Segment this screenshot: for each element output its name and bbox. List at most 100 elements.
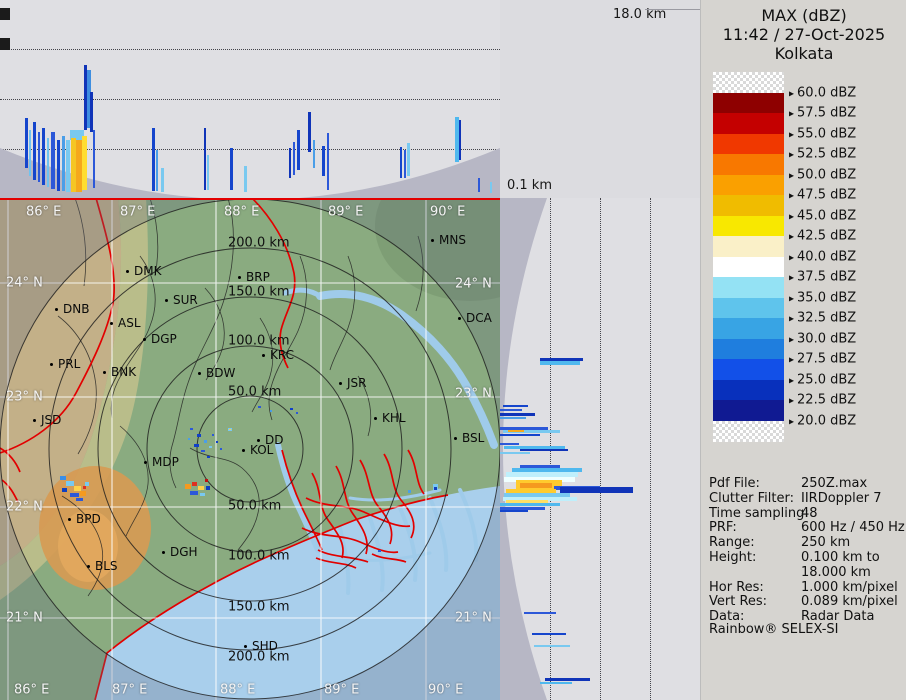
meta-value: 250Z.max: [801, 476, 868, 491]
station-dot: [257, 439, 260, 442]
echo-bar: [500, 409, 522, 411]
echo-bar: [161, 168, 164, 192]
latitude-label: 23° N: [455, 386, 492, 402]
echo-bar: [289, 148, 291, 178]
radar-echo: [198, 486, 204, 490]
latitude-label: 21° N: [6, 610, 43, 626]
station-label: DGP: [151, 332, 177, 346]
longitude-label: 87° E: [120, 204, 156, 220]
axis-label-artifact: [0, 8, 10, 20]
height-min-label: 0.1 km: [507, 178, 552, 193]
echo-bar: [293, 142, 295, 175]
echo-bar: [204, 128, 206, 190]
station-dot: [103, 371, 106, 374]
metadata: Rainbow® SELEX-SI Pdf File: 250Z.max Clutt…: [701, 0, 906, 700]
station-label: DNB: [63, 302, 90, 316]
radar-echo: [206, 486, 210, 490]
station-label: BDW: [206, 366, 236, 380]
echo-bar: [47, 138, 49, 187]
radar-echo: [60, 476, 66, 480]
meta-value: 1.000 km/pixel: [801, 579, 898, 595]
radar-echo: [229, 429, 231, 430]
longitude-label: 88° E: [224, 204, 260, 220]
station-dot: [242, 449, 245, 452]
echo-bar: [42, 128, 45, 185]
meta-label: Time sampling:: [709, 505, 809, 521]
radar-application-window: 18.0 km 0.1 km 86° E 87° E 88° E 89° E 9…: [0, 0, 906, 700]
meta-label: Data:: [709, 609, 745, 625]
meta-value: 600 Hz / 450 Hz: [801, 520, 905, 536]
echo-bar: [93, 130, 95, 188]
radar-echo: [62, 488, 67, 492]
station-label: JSD: [41, 413, 62, 427]
meta-label: Pdf File:: [709, 476, 760, 491]
meta-label: PRF:: [709, 520, 737, 536]
radar-echo: [212, 434, 214, 436]
echo-bar: [57, 140, 60, 191]
radar-echo: [408, 490, 411, 493]
ew-profile-bars: [0, 0, 500, 198]
station-dot: [68, 518, 71, 521]
radar-echo: [207, 456, 210, 458]
echo-bar: [156, 150, 158, 191]
echo-bar: [540, 361, 580, 365]
meta-value: Radar Data: [801, 609, 875, 625]
longitude-label: 88° E: [220, 682, 256, 698]
range-ring-label: 50.0 km: [228, 384, 282, 400]
station-label: JSR: [347, 376, 367, 390]
echo-bar: [500, 434, 540, 436]
echo-bar: [308, 112, 311, 152]
station-label: BNK: [111, 365, 137, 379]
station-label: KRC: [270, 348, 294, 362]
station-label: DCA: [466, 311, 492, 325]
meta-value: 250 km: [801, 535, 851, 551]
echo-bar: [322, 146, 325, 176]
ew-cross-section-panel[interactable]: [0, 0, 501, 198]
station-dot: [143, 338, 146, 341]
radar-echo: [66, 481, 74, 486]
ns-cross-section-panel[interactable]: [500, 198, 700, 700]
latitude-label: 21° N: [455, 610, 492, 626]
map-overlay: 86° E 87° E 88° E 89° E 90° E 86° E 87° E 88° E…: [0, 198, 500, 700]
station-label: BSL: [462, 431, 485, 445]
echo-bar: [478, 178, 480, 192]
radar-echo: [201, 450, 205, 452]
range-ring-label: 50.0 km: [228, 498, 282, 514]
station-label: PRL: [58, 357, 81, 371]
echo-bar: [520, 449, 568, 451]
station-label: ASL: [118, 316, 141, 330]
echo-bar: [244, 166, 247, 192]
radar-echo: [290, 408, 293, 410]
radar-echo: [270, 410, 272, 412]
echo-bar: [500, 417, 526, 419]
ns-profile-bars: [500, 198, 700, 700]
station-label: BPD: [76, 512, 101, 526]
echo-bar: [560, 487, 633, 493]
echo-bar: [51, 132, 55, 189]
latitude-label: 24° N: [455, 276, 492, 292]
height-axis-tick: [645, 9, 700, 10]
meta-value: 0.089 km/pixel: [801, 594, 898, 610]
station-label: DMK: [134, 264, 162, 278]
map-panel[interactable]: 86° E 87° E 88° E 89° E 90° E 86° E 87° E 88° E…: [0, 198, 500, 700]
range-ring-label: 100.0 km: [228, 333, 290, 349]
echo-bar: [313, 140, 315, 168]
echo-bar: [545, 678, 590, 681]
station-dot: [238, 276, 241, 279]
station-dot: [165, 299, 168, 302]
radar-echo: [258, 406, 261, 408]
longitude-label: 89° E: [328, 204, 364, 220]
longitude-label: 87° E: [112, 682, 148, 698]
echo-bar: [38, 132, 40, 182]
range-ring-label: 100.0 km: [228, 548, 290, 564]
station-label: BLS: [95, 559, 118, 573]
radar-echo: [190, 428, 193, 430]
station-dot: [33, 419, 36, 422]
echo-bar: [230, 148, 233, 190]
range-ring-label: 150.0 km: [228, 599, 290, 615]
echo-bar: [500, 503, 560, 506]
station-dot: [374, 417, 377, 420]
echo-bar: [327, 133, 329, 190]
echo-bar: [33, 122, 36, 180]
echo-bar: [490, 182, 492, 193]
